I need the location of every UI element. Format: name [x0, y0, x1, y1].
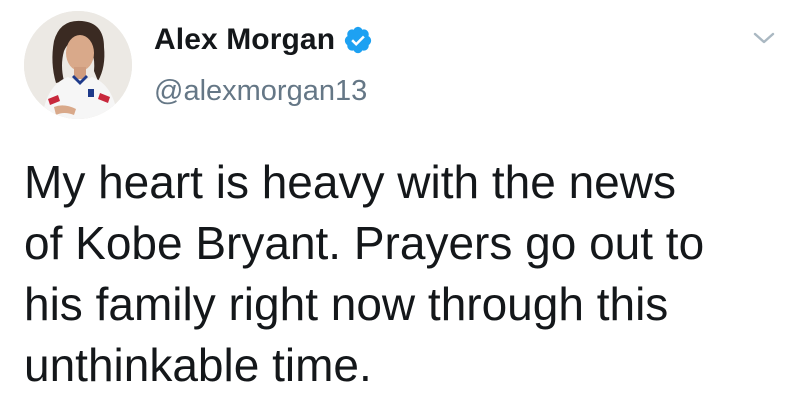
verified-badge-icon: [343, 25, 373, 55]
display-name[interactable]: Alex Morgan: [154, 23, 335, 57]
avatar[interactable]: [24, 11, 132, 119]
avatar-photo: [24, 11, 132, 119]
tweet-text: My heart is heavy with the news of Kobe …: [24, 156, 705, 391]
tweet-card: Alex Morgan @alexmorgan13 My heart is he…: [0, 0, 800, 401]
author-handle[interactable]: @alexmorgan13: [154, 75, 367, 108]
chevron-down-icon[interactable]: [752, 30, 776, 46]
author-name-row: Alex Morgan: [154, 19, 373, 61]
